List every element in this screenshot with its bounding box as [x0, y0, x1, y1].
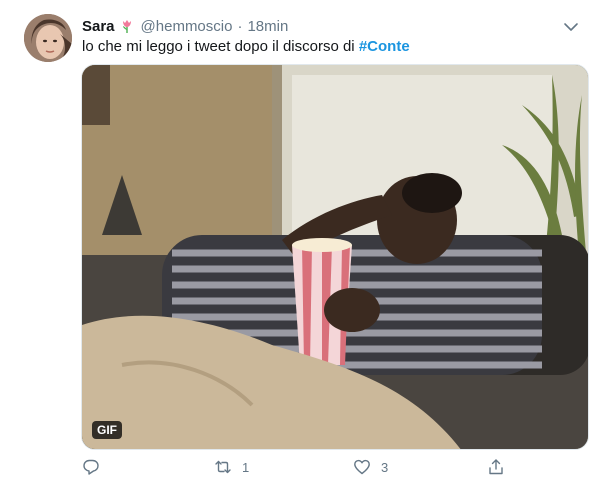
retweet-icon	[215, 460, 231, 474]
reply-icon	[83, 459, 99, 475]
author-name[interactable]: Sara	[82, 18, 115, 35]
gif-badge: GIF	[92, 421, 122, 439]
tulip-icon	[122, 20, 131, 33]
avatar[interactable]	[24, 14, 72, 62]
like-count: 3	[381, 459, 389, 475]
retweet-count: 1	[242, 459, 250, 475]
chevron-down-icon[interactable]	[562, 18, 580, 36]
tweet-text-body: lo che mi leggo i tweet dopo il discorso…	[82, 38, 355, 55]
tweet-time[interactable]: 18min	[247, 18, 288, 35]
hashtag-link[interactable]: #Conte	[359, 38, 410, 55]
gif-frame	[82, 65, 588, 449]
author-handle[interactable]: @hemmoscio	[141, 18, 233, 35]
tweet-media-gif[interactable]: GIF	[81, 64, 589, 450]
tweet-actions: 1 3	[82, 458, 512, 478]
tweet-text: lo che mi leggo i tweet dopo il discorso…	[82, 37, 410, 57]
avatar-photo	[24, 14, 72, 62]
tweet[interactable]: Sara @hemmoscio · 18min lo che mi leggo …	[0, 0, 594, 479]
retweet-button[interactable]: 1	[214, 458, 249, 476]
heart-icon	[354, 459, 370, 475]
reply-button[interactable]	[82, 458, 100, 476]
share-icon	[489, 459, 503, 475]
separator-dot: ·	[237, 17, 243, 35]
like-button[interactable]: 3	[353, 458, 388, 476]
tweet-header: Sara @hemmoscio · 18min	[82, 16, 288, 36]
share-button[interactable]	[487, 458, 505, 476]
